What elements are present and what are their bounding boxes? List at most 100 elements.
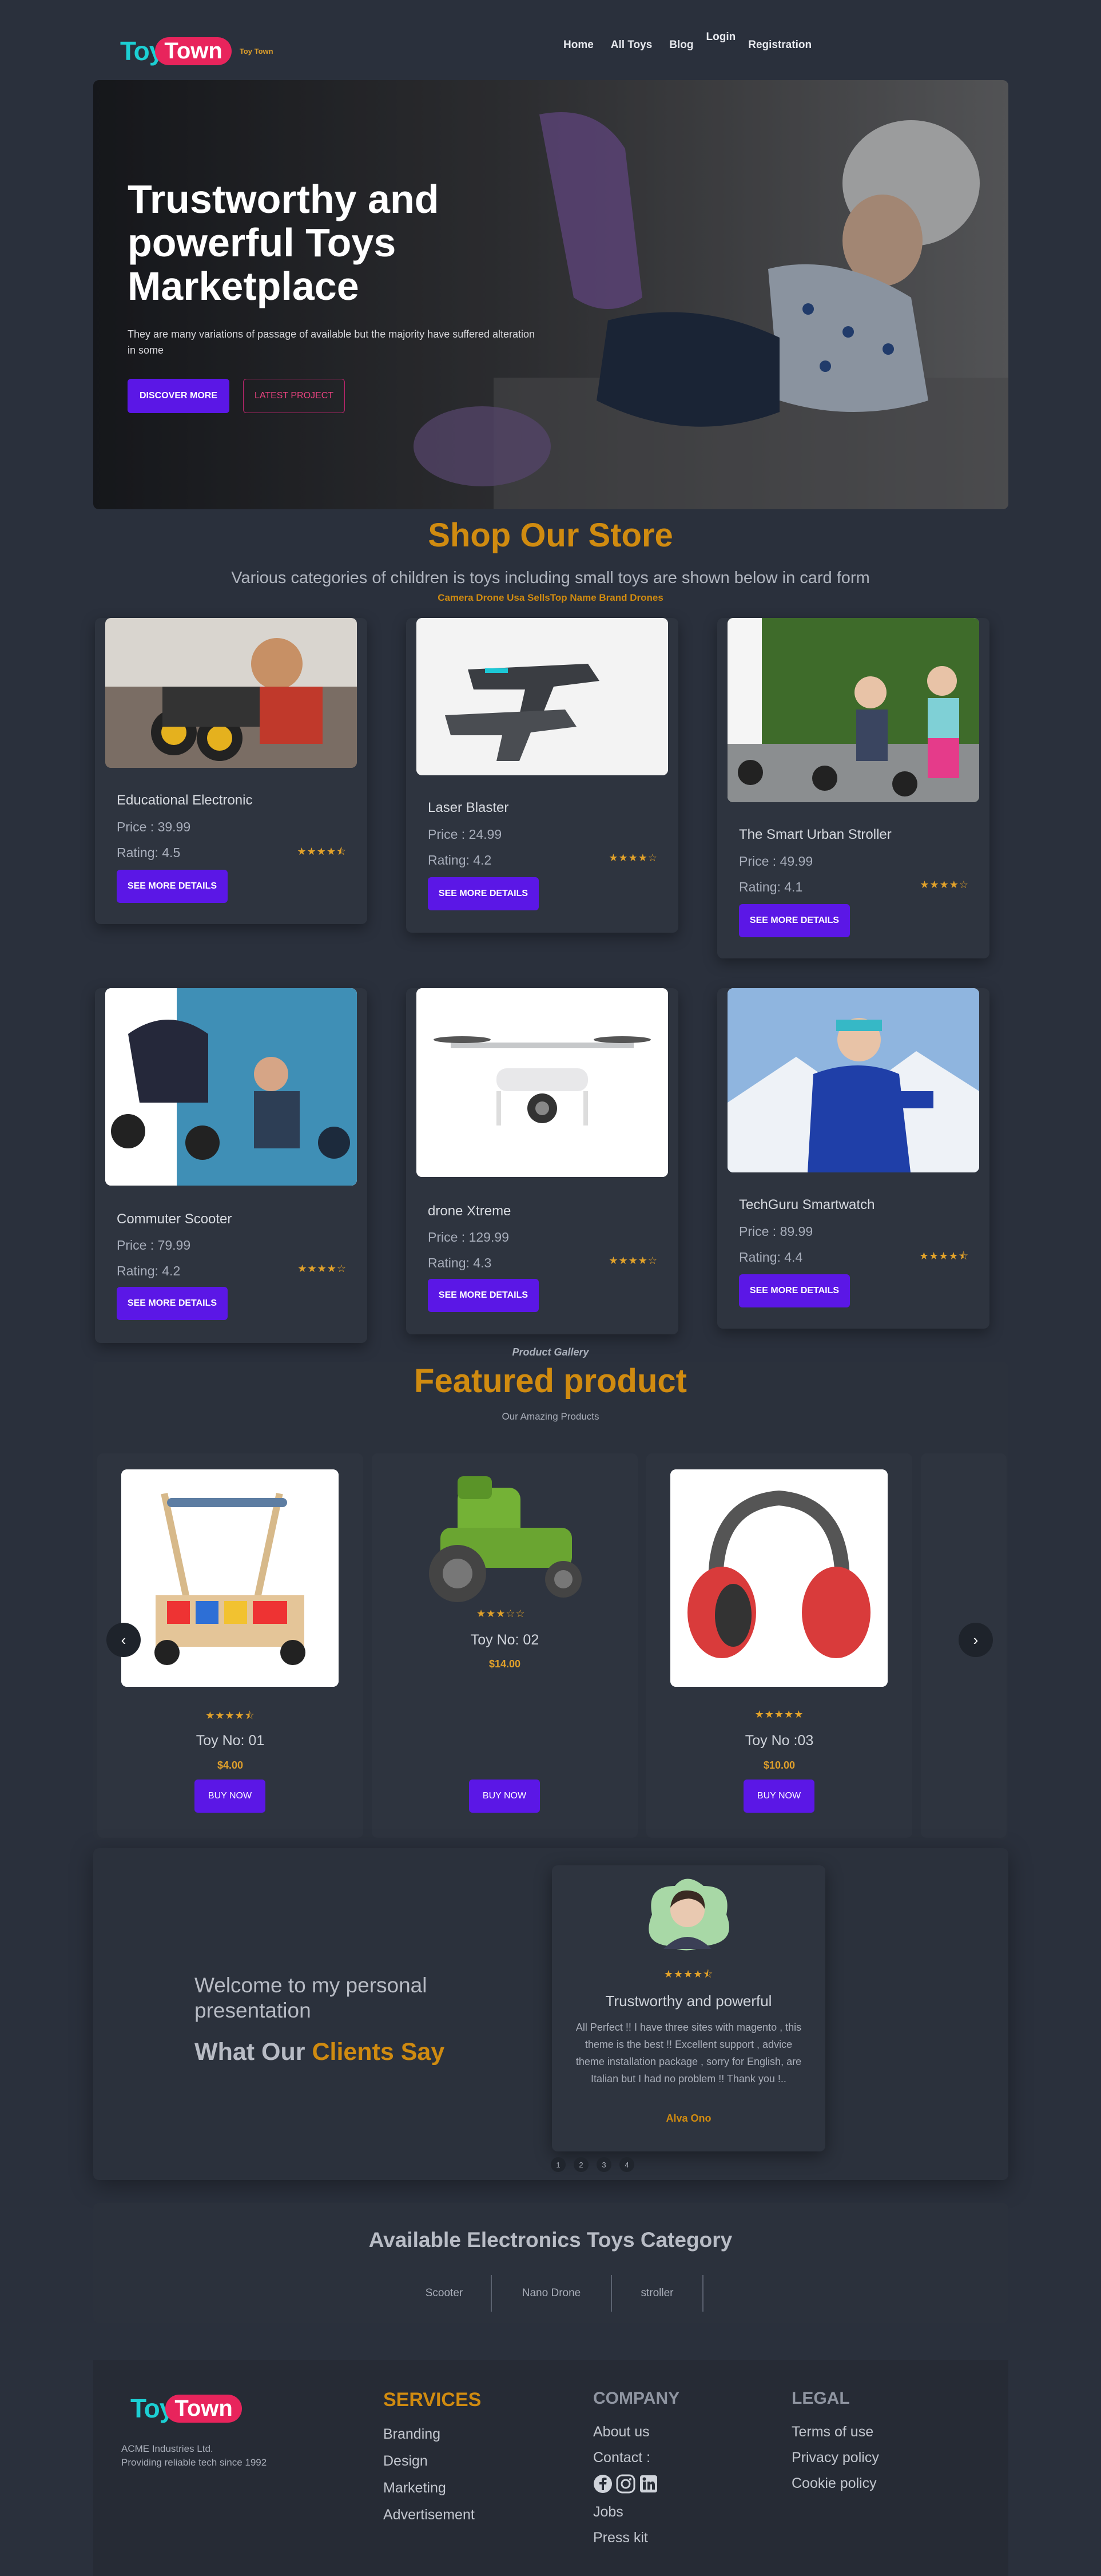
product-card: Laser Blaster Price : 24.99 Rating: 4.2 … (406, 618, 678, 933)
carousel-next-button[interactable]: › (959, 1623, 993, 1657)
footer-link[interactable]: Privacy policy (792, 2450, 879, 2466)
facebook-icon[interactable] (593, 2474, 613, 2496)
rating-stars-icon: ★★★★☆ (297, 1263, 347, 1274)
featured-name: Toy No: 02 (470, 1632, 539, 1648)
footer-link[interactable]: Marketing (383, 2480, 475, 2496)
buy-now-button[interactable]: BUY NOW (469, 1780, 540, 1813)
testimonial-author: Alva Ono (666, 2113, 712, 2124)
nav-blog[interactable]: Blog (669, 39, 693, 51)
main-nav: Home All Toys Blog Login Registration (563, 31, 812, 51)
site-logo[interactable]: Toy Town Toy Town (120, 35, 273, 66)
hero-title-line1: Trustworthy and (128, 177, 439, 221)
nav-login[interactable]: Login (706, 31, 736, 43)
rating-stars-icon: ★★★★⯪ (205, 1710, 255, 1721)
featured-name: Toy No: 01 (196, 1733, 265, 1749)
footer-link[interactable]: Cookie policy (792, 2475, 879, 2492)
footer-link[interactable]: Jobs (593, 2504, 658, 2520)
pagination-dot[interactable]: 3 (597, 2157, 611, 2172)
featured-price: $4.00 (217, 1759, 244, 1771)
product-image (416, 988, 668, 1177)
featured-card: ★★★☆☆ Toy No: 02 $14.00 BUY NOW (372, 1453, 638, 1838)
carousel-prev-button[interactable]: ‹ (106, 1623, 141, 1657)
company-links: About us Contact : Jobs Press kit (593, 2424, 658, 2546)
pagination-dot[interactable]: 2 (574, 2157, 589, 2172)
featured-card: ★★★★★ Toy No :03 $10.00 BUY NOW (646, 1453, 912, 1838)
avatar (641, 1874, 735, 1952)
featured-image (406, 1465, 603, 1608)
tab-nano-drone[interactable]: Nano Drone (492, 2275, 612, 2312)
social-icons (593, 2474, 658, 2496)
product-card: TechGuru Smartwatch Price : 89.99 Rating… (717, 988, 989, 1329)
see-more-details-button[interactable]: SEE MORE DETAILS (428, 877, 539, 910)
featured-price: $10.00 (763, 1759, 796, 1771)
product-card: drone Xtreme Price : 129.99 Rating: 4.3 … (406, 988, 678, 1334)
footer-link[interactable]: Terms of use (792, 2424, 879, 2440)
rating-stars-icon: ★★★★⯪ (297, 846, 347, 857)
shop-title: Shop Our Store (428, 517, 673, 554)
legal-heading: LEGAL (792, 2389, 850, 2408)
product-price: Price : 89.99 (739, 1224, 813, 1239)
featured-title: Featured product (414, 1362, 687, 1400)
see-more-details-button[interactable]: SEE MORE DETAILS (739, 904, 850, 937)
hero-banner: Trustworthy and powerful Toys Marketplac… (93, 80, 1008, 509)
category-tabs: Scooter Nano Drone stroller (398, 2275, 703, 2312)
clients-say-text: Clients Say (312, 2038, 445, 2066)
buy-now-button[interactable]: BUY NOW (194, 1780, 265, 1813)
product-image (416, 618, 668, 775)
product-price: Price : 79.99 (117, 1238, 191, 1253)
tab-stroller[interactable]: stroller (612, 2275, 703, 2312)
see-more-details-button[interactable]: SEE MORE DETAILS (117, 1287, 228, 1320)
featured-image (121, 1469, 339, 1687)
welcome-text: Welcome to my personal presentation (194, 1973, 427, 2022)
rating-stars-icon: ★★★★☆ (609, 852, 658, 863)
testimonial-card: ★★★★⯪ Trustworthy and powerful All Perfe… (552, 1865, 825, 2151)
pagination-dot[interactable]: 4 (619, 2157, 634, 2172)
product-card: Commuter Scooter Price : 79.99 Rating: 4… (95, 988, 367, 1343)
see-more-details-button[interactable]: SEE MORE DETAILS (739, 1274, 850, 1307)
product-name: Laser Blaster (428, 800, 509, 815)
footer-link[interactable]: Branding (383, 2426, 475, 2443)
discover-more-button[interactable]: DISCOVER MORE (128, 379, 229, 413)
pagination-dot[interactable]: 1 (551, 2157, 566, 2172)
product-rating: Rating: 4.1 (739, 879, 803, 894)
product-card: Educational Electronic Price : 39.99 Rat… (95, 618, 367, 924)
logo-town-text: Town (155, 37, 232, 65)
product-image (105, 988, 357, 1186)
product-price: Price : 24.99 (428, 827, 502, 842)
footer-link[interactable]: About us (593, 2424, 658, 2440)
latest-project-button[interactable]: LATEST PROJECT (243, 379, 345, 413)
services-links: Branding Design Marketing Advertisement (383, 2426, 475, 2523)
see-more-details-button[interactable]: SEE MORE DETAILS (117, 870, 228, 903)
categories-title: Available Electronics Toys Category (368, 2228, 733, 2252)
product-rating: Rating: 4.2 (117, 1263, 181, 1278)
footer-link[interactable]: Contact : (593, 2450, 658, 2466)
footer-link[interactable]: Press kit (593, 2530, 658, 2546)
clients-say-heading: What Our Clients Say (194, 2038, 444, 2066)
footer-logo[interactable]: Toy Town (130, 2393, 242, 2424)
featured-price: $14.00 (488, 1658, 521, 1670)
nav-all-toys[interactable]: All Toys (611, 39, 653, 51)
linkedin-icon[interactable] (639, 2474, 658, 2496)
tab-scooter[interactable]: Scooter (398, 2275, 492, 2312)
instagram-icon[interactable] (616, 2474, 635, 2496)
product-image (728, 618, 979, 802)
product-card: The Smart Urban Stroller Price : 49.99 R… (717, 618, 989, 958)
nav-home[interactable]: Home (563, 39, 594, 51)
see-more-details-button[interactable]: SEE MORE DETAILS (428, 1279, 539, 1312)
nav-registration[interactable]: Registration (748, 39, 812, 51)
testimonial-heading: Trustworthy and powerful (605, 1992, 772, 2010)
product-name: drone Xtreme (428, 1203, 511, 1219)
services-heading: SERVICES (383, 2389, 482, 2411)
product-rating: Rating: 4.5 (117, 845, 181, 860)
company-heading: COMPANY (593, 2389, 680, 2408)
hero-subtitle: They are many variations of passage of a… (128, 328, 535, 356)
product-image (728, 988, 979, 1172)
featured-kicker: Product Gallery (512, 1346, 589, 1358)
rating-stars-icon: ★★★★⯪ (919, 1250, 969, 1262)
buy-now-button[interactable]: BUY NOW (744, 1780, 814, 1813)
footer-link[interactable]: Design (383, 2453, 475, 2470)
featured-image (670, 1469, 888, 1687)
footer-link[interactable]: Advertisement (383, 2507, 475, 2523)
product-name: Educational Electronic (117, 792, 253, 808)
product-name: The Smart Urban Stroller (739, 827, 892, 842)
